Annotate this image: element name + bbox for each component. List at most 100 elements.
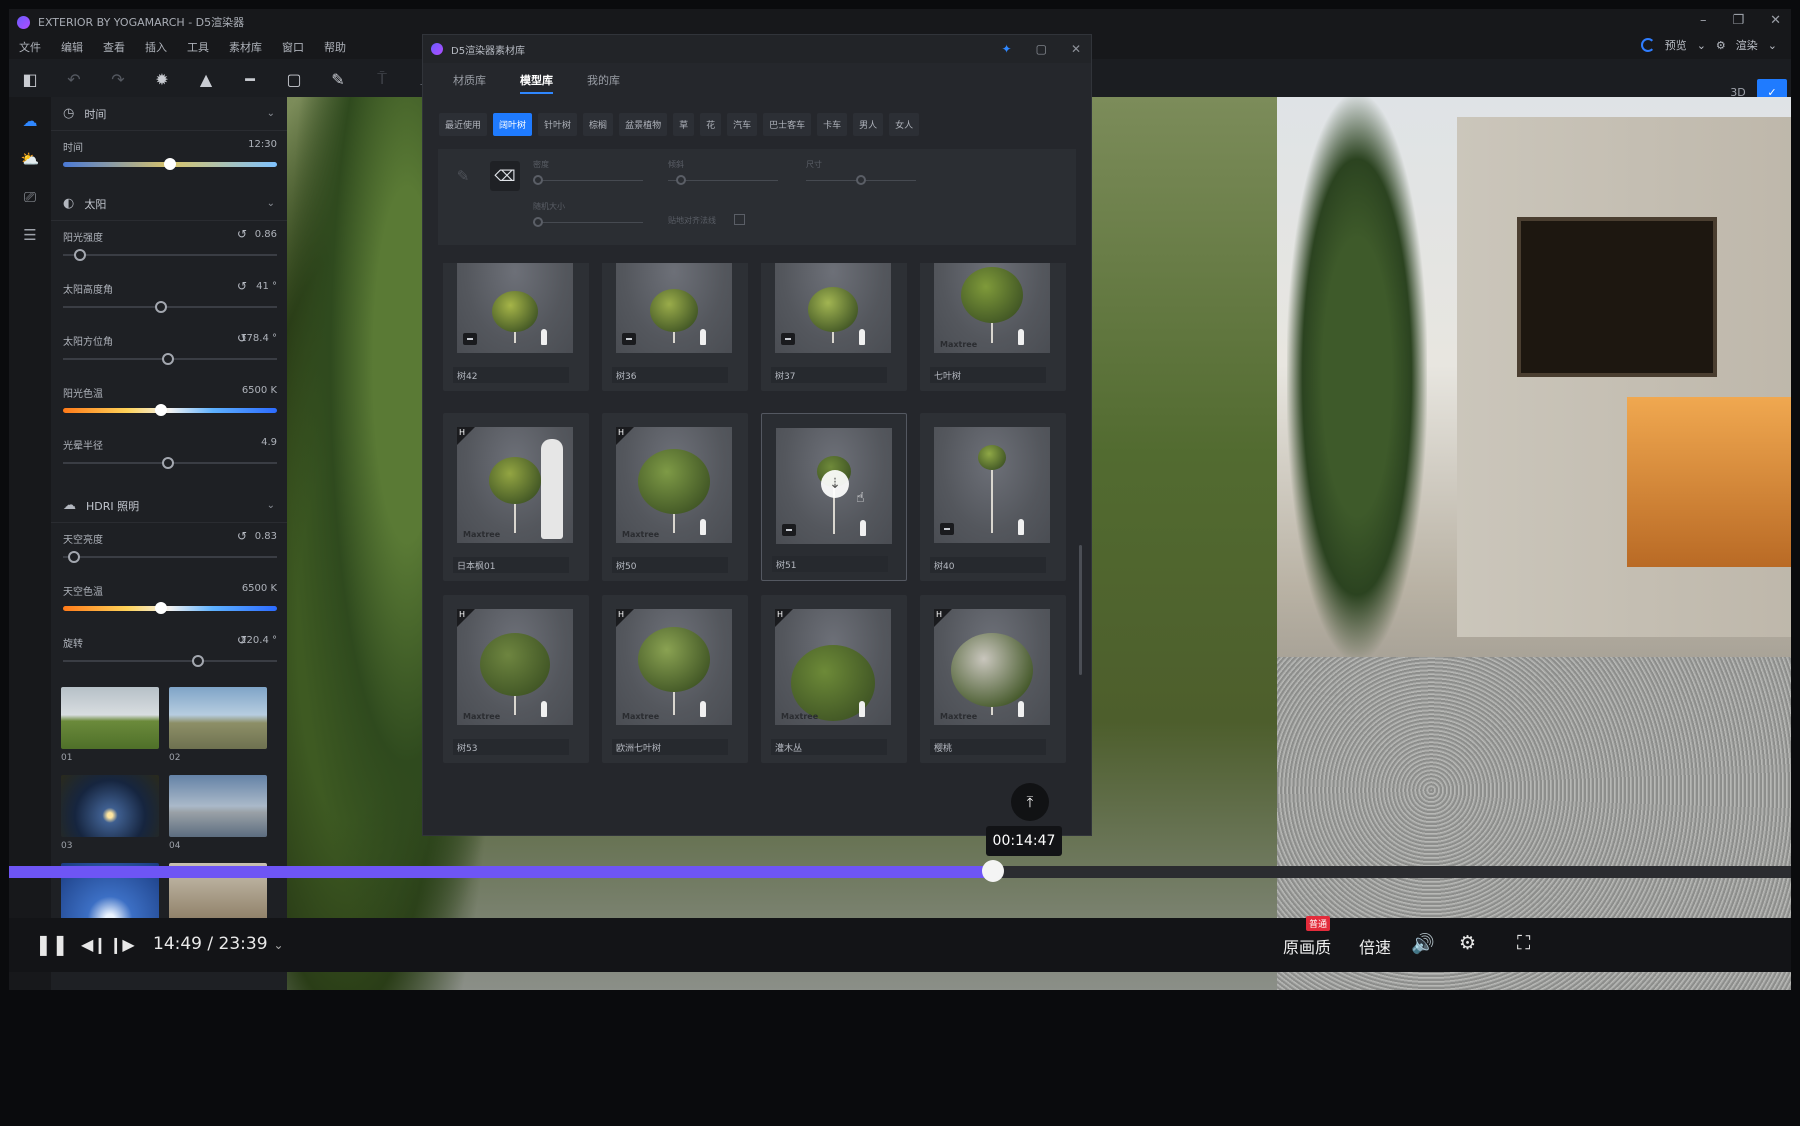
restore-button[interactable]: ❐ xyxy=(1732,13,1744,28)
category-chip[interactable]: 女人 xyxy=(889,112,920,136)
menu-file[interactable]: 文件 xyxy=(19,39,41,55)
sun-icon[interactable]: ✹ xyxy=(151,68,173,90)
random-size-slider[interactable] xyxy=(533,217,643,227)
category-chip[interactable]: 棕榈 xyxy=(583,112,614,136)
category-chip[interactable]: 阔叶树 xyxy=(493,112,533,136)
property-slider[interactable] xyxy=(63,404,277,416)
strip-light-icon[interactable]: ━ xyxy=(239,68,261,90)
category-chip[interactable]: 盆景植物 xyxy=(619,112,668,136)
category-chip[interactable]: 男人 xyxy=(853,112,884,136)
slider-knob[interactable] xyxy=(856,175,866,185)
area-light-icon[interactable]: ▢ xyxy=(283,68,305,90)
brush-icon[interactable]: ✎ xyxy=(327,68,349,90)
cone-light-icon[interactable]: ▲ xyxy=(195,68,217,90)
model-card[interactable]: 树37 xyxy=(761,263,907,391)
quality-button[interactable]: 原画质 xyxy=(1283,934,1331,958)
chevron-down-icon[interactable]: ⌄ xyxy=(1768,39,1777,52)
model-card[interactable]: 树40 xyxy=(920,413,1066,581)
close-icon[interactable]: ✕ xyxy=(1071,42,1081,56)
paint-icon[interactable]: ⍑ xyxy=(371,68,393,90)
maximize-icon[interactable]: ▢ xyxy=(1036,42,1047,56)
prop-value[interactable]: 41 ° xyxy=(256,281,277,292)
scroll-to-top-button[interactable]: ⤒ xyxy=(1011,783,1049,821)
hdri-thumb[interactable]: 02 xyxy=(169,687,267,763)
model-card[interactable]: H Maxtree 树50 xyxy=(602,413,748,581)
category-chip[interactable]: 草 xyxy=(673,112,695,136)
property-slider[interactable] xyxy=(63,249,277,261)
minimize-button[interactable]: – xyxy=(1700,13,1707,28)
volume-icon[interactable]: 🔊 xyxy=(1411,932,1435,955)
property-slider[interactable] xyxy=(63,457,277,469)
prop-value[interactable]: 6500 K xyxy=(242,583,277,594)
tab-materials[interactable]: 材质库 xyxy=(453,72,486,94)
preview-button[interactable]: 预览 xyxy=(1665,37,1687,53)
model-card[interactable]: H Maxtree 树53 xyxy=(443,595,589,763)
undo-icon[interactable]: ↶ xyxy=(63,68,85,90)
prop-value[interactable]: 4.9 xyxy=(261,437,277,448)
environment-icon[interactable]: ☁ xyxy=(20,111,40,131)
reset-icon[interactable]: ↺ xyxy=(237,227,247,241)
slider-knob[interactable] xyxy=(533,217,543,227)
slider-knob[interactable] xyxy=(155,404,168,416)
hdri-thumb[interactable]: 01 xyxy=(61,687,159,763)
time-slider[interactable] xyxy=(63,158,277,170)
time-section-header[interactable]: ◷ 时间 ⌄ xyxy=(51,97,287,131)
slider-knob[interactable] xyxy=(676,175,686,185)
next-button[interactable]: ❙▶ xyxy=(109,935,135,954)
property-slider[interactable] xyxy=(63,301,277,313)
download-icon[interactable]: ⇣ xyxy=(821,470,849,498)
tab-my-library[interactable]: 我的库 xyxy=(587,72,620,94)
menu-tools[interactable]: 工具 xyxy=(187,39,209,55)
slider-knob[interactable] xyxy=(533,175,543,185)
property-slider[interactable] xyxy=(63,551,277,563)
speed-button[interactable]: 倍速 xyxy=(1359,934,1391,958)
progress-handle[interactable] xyxy=(981,860,1004,882)
reset-icon[interactable]: ↺ xyxy=(237,279,247,293)
slider-knob[interactable] xyxy=(155,301,168,313)
sun-section-header[interactable]: ◐ 太阳 ⌄ xyxy=(51,187,287,221)
category-chip[interactable]: 汽车 xyxy=(727,112,758,136)
slider-knob[interactable] xyxy=(161,353,174,365)
property-slider[interactable] xyxy=(63,353,277,365)
fullscreen-icon[interactable]: ⛶ xyxy=(1517,932,1530,954)
model-card[interactable]: H Maxtree 欧洲七叶树 xyxy=(602,595,748,763)
video-progress-bar[interactable] xyxy=(9,860,1791,882)
weather-icon[interactable]: ⛅ xyxy=(20,149,40,169)
camera-icon[interactable]: ⎚ xyxy=(20,187,40,207)
category-chip[interactable]: 巴士客车 xyxy=(763,112,812,136)
category-chip[interactable]: 卡车 xyxy=(817,112,848,136)
prop-value[interactable]: 220.4 ° xyxy=(240,635,277,646)
gear-icon[interactable]: ⚙ xyxy=(1716,39,1726,52)
menu-help[interactable]: 帮助 xyxy=(324,39,346,55)
slider-knob[interactable] xyxy=(164,158,176,170)
previous-button[interactable]: ◀❙ xyxy=(81,935,107,954)
brush-icon[interactable]: ⌫ xyxy=(490,161,520,191)
prop-value[interactable]: 178.4 ° xyxy=(240,333,277,344)
density-slider[interactable] xyxy=(533,175,643,185)
size-slider[interactable] xyxy=(806,175,916,185)
menu-window[interactable]: 窗口 xyxy=(282,39,304,55)
prop-value[interactable]: 12:30 xyxy=(248,139,277,150)
render-button[interactable]: 渲染 xyxy=(1736,37,1758,53)
hdri-thumb[interactable]: 04 xyxy=(169,775,267,851)
playback-time[interactable]: 14:49 / 23:39 ⌄ xyxy=(153,934,284,954)
reset-icon[interactable]: ↺ xyxy=(237,529,247,543)
menu-library[interactable]: 素材库 xyxy=(229,39,262,55)
slider-knob[interactable] xyxy=(155,602,168,614)
model-card[interactable]: ⇣ ☝ 树51 xyxy=(761,413,907,581)
model-card[interactable]: H Maxtree 灌木丛 xyxy=(761,595,907,763)
model-card[interactable]: H Maxtree 樱桃 xyxy=(920,595,1066,763)
pen-icon[interactable]: ✎ xyxy=(448,161,478,191)
list-icon[interactable]: ☰ xyxy=(20,225,40,245)
model-card[interactable]: 树36 xyxy=(602,263,748,391)
model-card[interactable]: 树42 xyxy=(443,263,589,391)
hdri-thumb[interactable]: 03 xyxy=(61,775,159,851)
menu-view[interactable]: 查看 xyxy=(103,39,125,55)
pause-button[interactable]: ❚❚ xyxy=(35,932,69,956)
model-card[interactable]: Maxtree 七叶树 xyxy=(920,263,1066,391)
slider-knob[interactable] xyxy=(74,249,87,261)
close-button[interactable]: ✕ xyxy=(1770,13,1781,28)
slider-knob[interactable] xyxy=(191,655,204,667)
category-chip[interactable]: 针叶树 xyxy=(538,112,578,136)
slider-knob[interactable] xyxy=(161,457,174,469)
